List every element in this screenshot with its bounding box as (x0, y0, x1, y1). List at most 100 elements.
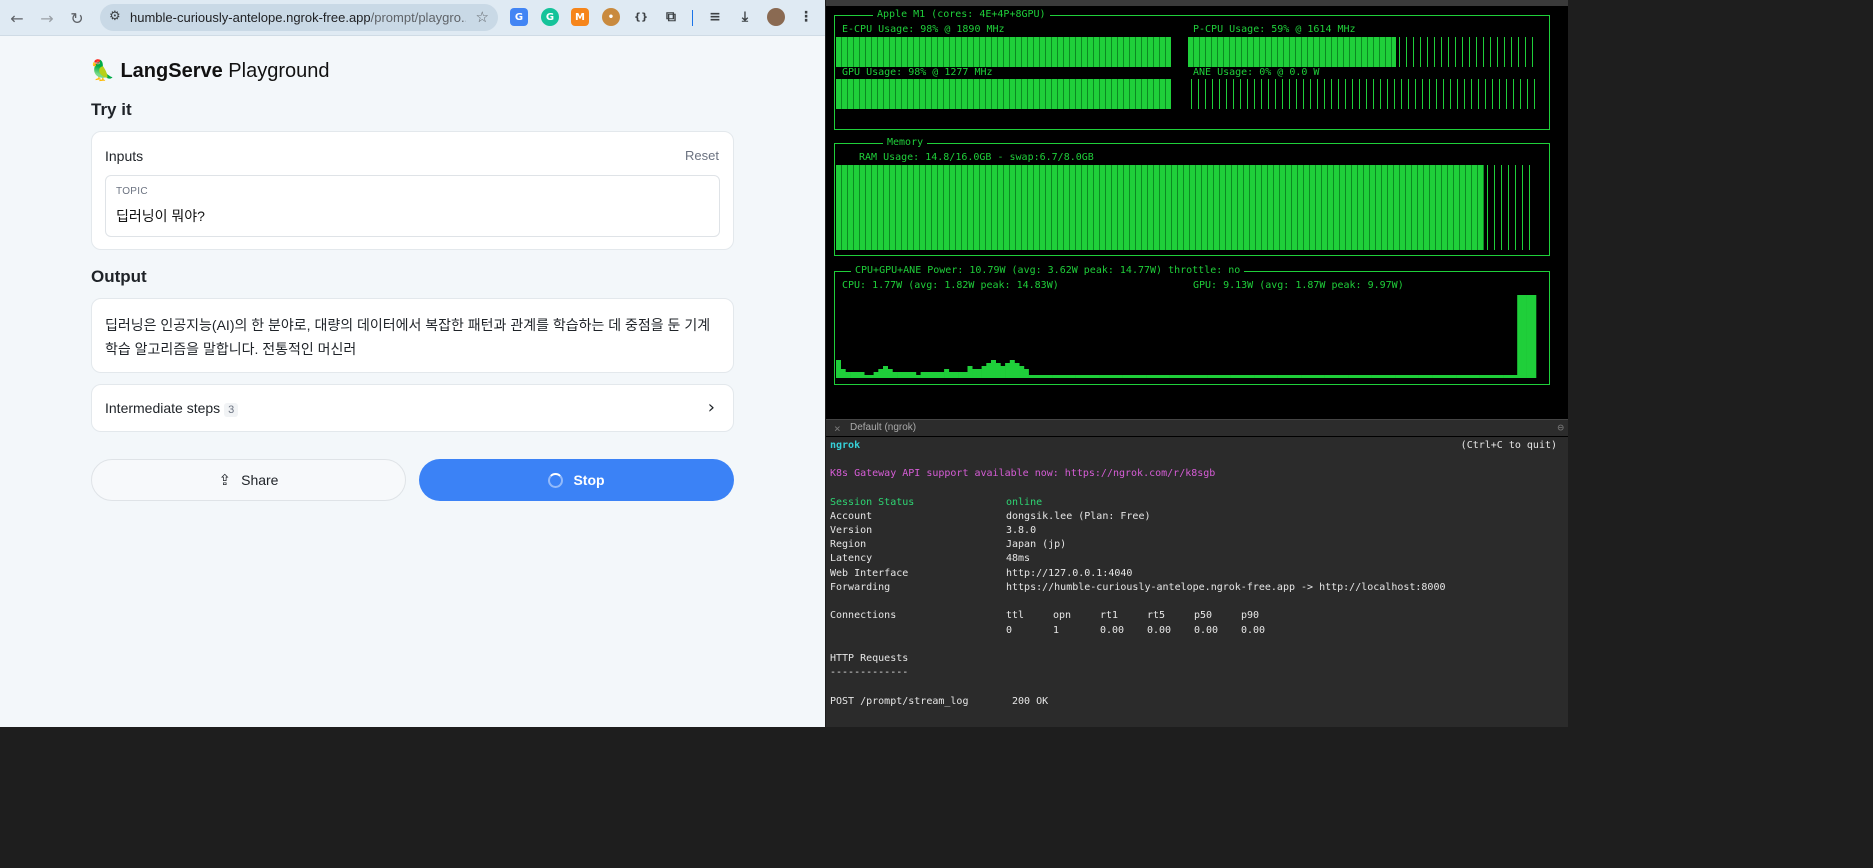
power-sample (1235, 375, 1241, 378)
power-sample (883, 366, 888, 378)
cookie-icon[interactable]: • (602, 8, 620, 26)
power-sample (976, 369, 982, 378)
puzzle-icon[interactable]: ⧉ (662, 8, 680, 26)
forwarding-key: Forwarding (830, 582, 891, 593)
power-sample (1277, 375, 1283, 378)
power-sample (1437, 375, 1443, 378)
power-sample (948, 372, 954, 378)
address-bar[interactable]: ⚙ humble-curiously-antelope.ngrok-free.a… (100, 4, 498, 31)
power-sample (953, 372, 959, 378)
power-sample (1334, 375, 1339, 378)
translate-icon[interactable]: G (510, 8, 528, 26)
inputs-label: Inputs (105, 148, 144, 164)
try-it-heading: Try it (91, 100, 132, 119)
pane-menu-icon[interactable]: ⊖ (1557, 421, 1564, 434)
intermediate-steps-label: Intermediate steps 3 (105, 400, 239, 417)
power-sample (1385, 375, 1391, 378)
power-sample (906, 372, 912, 378)
power-sample (859, 372, 865, 378)
conn-value-rt5: 0.00 (1147, 625, 1172, 636)
chevron-right-icon: › (707, 397, 715, 418)
share-label: Share (241, 472, 279, 488)
ram-usage-label: RAM Usage: 14.8/16.0GB - swap:6.7/8.0GB (859, 152, 1094, 163)
stop-button[interactable]: Stop (419, 459, 734, 501)
power-sample (1517, 295, 1523, 378)
power-sample (850, 372, 856, 378)
forward-arrow-icon[interactable]: → (36, 7, 58, 29)
power-sample (1028, 375, 1034, 378)
topic-value[interactable]: 딥러닝이 뭐야? (116, 206, 205, 226)
site-info-icon[interactable]: ⚙ (109, 9, 121, 24)
power-sample (911, 372, 917, 378)
power-sample (934, 372, 940, 378)
power-sample (1108, 375, 1114, 378)
loading-spinner-icon (548, 472, 564, 488)
power-sample (1216, 375, 1222, 378)
http-requests-label: HTTP Requests (830, 653, 909, 664)
power-sample (1531, 295, 1537, 378)
close-pane-icon[interactable]: × (834, 422, 841, 435)
metamask-icon[interactable]: M (571, 8, 589, 26)
download-icon[interactable]: ⤓ (736, 8, 754, 26)
web-interface-value[interactable]: http://127.0.0.1:4040 (1006, 568, 1132, 579)
power-sample (1005, 363, 1011, 378)
power-sample (1399, 375, 1405, 378)
power-sample (1122, 375, 1128, 378)
k8s-notice[interactable]: K8s Gateway API support available now: h… (830, 468, 1215, 479)
conn-header-rt5: rt5 (1147, 610, 1166, 621)
power-title: CPU+GPU+ANE Power: 10.79W (avg: 3.62W pe… (851, 265, 1245, 276)
power-sample (1521, 295, 1527, 378)
conn-header-rt1: rt1 (1100, 610, 1119, 621)
power-sample (967, 366, 973, 378)
power-sample (1099, 375, 1105, 378)
forwarding-value[interactable]: https://humble-curiously-antelope.ngrok-… (1006, 582, 1446, 593)
bookmark-star-icon[interactable]: ☆ (476, 8, 489, 26)
power-sample (1033, 375, 1039, 378)
power-sample (1052, 375, 1058, 378)
power-sample (1526, 295, 1532, 378)
power-sample (1085, 375, 1090, 378)
usage-bar-fill (836, 37, 1171, 67)
power-sample (1155, 375, 1161, 378)
browser-window: ← → ↻ ⚙ humble-curiously-antelope.ngrok-… (0, 0, 825, 727)
power-sample (1249, 375, 1255, 378)
power-sample (991, 360, 996, 378)
topic-label: TOPIC (116, 186, 148, 197)
page-title: 🦜 LangServe Playground (90, 58, 329, 83)
power-sample (1315, 375, 1321, 378)
topic-input[interactable]: TOPIC 딥러닝이 뭐야? (105, 175, 720, 237)
power-sample (1202, 375, 1208, 378)
power-sample (1179, 375, 1184, 378)
power-sample (1484, 375, 1490, 378)
power-sample (1211, 375, 1217, 378)
power-sample (1413, 375, 1419, 378)
power-sample (1305, 375, 1311, 378)
account-value: dongsik.lee (Plan: Free) (1006, 511, 1151, 522)
intermediate-steps-toggle[interactable]: Intermediate steps 3 › (91, 384, 734, 432)
power-sample (1061, 375, 1067, 378)
conn-value-opn: 1 (1053, 625, 1060, 636)
power-sample (864, 375, 870, 378)
menu-kebab-icon[interactable]: ⋮ (797, 8, 815, 26)
power-sample (868, 375, 874, 378)
json-icon[interactable]: {} (632, 8, 650, 26)
reset-button[interactable]: Reset (685, 148, 719, 163)
memory-title: Memory (883, 137, 928, 148)
reading-list-icon[interactable]: ≡ (706, 8, 724, 26)
back-arrow-icon[interactable]: ← (6, 7, 28, 29)
usage-bar-fill (836, 79, 1171, 109)
power-sample (1381, 375, 1386, 378)
address-bar-url[interactable]: humble-curiously-antelope.ngrok-free.app… (130, 10, 466, 25)
share-button[interactable]: ⇪ Share (91, 459, 406, 501)
power-sample (1188, 375, 1194, 378)
power-sample (1348, 375, 1354, 378)
connections-label: Connections (830, 610, 897, 621)
region-value: Japan (jp) (1006, 539, 1067, 550)
profile-avatar[interactable] (767, 8, 785, 26)
power-sample (1230, 375, 1236, 378)
power-sample (1258, 375, 1264, 378)
grammarly-icon[interactable]: G (541, 8, 559, 26)
power-sample (1479, 375, 1485, 378)
reload-icon[interactable]: ↻ (66, 7, 88, 29)
gpu-usage-label: GPU Usage: 98% @ 1277 MHz (842, 67, 993, 78)
